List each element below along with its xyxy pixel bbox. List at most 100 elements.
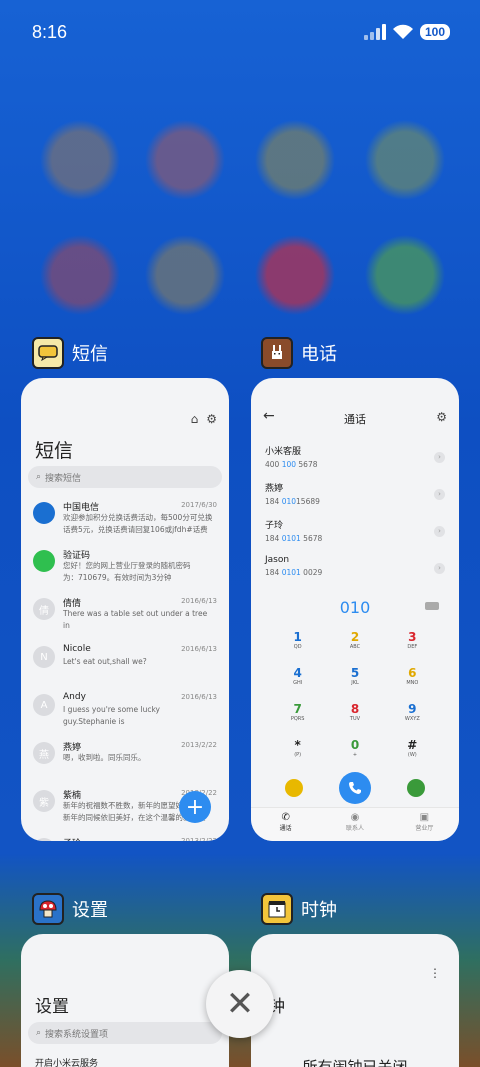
dial-key-letters: QD [293,644,302,650]
tab-store[interactable]: ▣ 营业厅 [390,808,459,841]
app-card-sms[interactable]: ⌂ ⚙ 短信 ⌕ 搜索短信 中国电信 2017/6/30 欢迎参加积分兑换话费活动，… [21,378,229,841]
recent-call-item[interactable]: 燕婷 184 01015689 › [265,481,445,513]
number-segment: 5678 [300,534,323,543]
dial-key-letters: + [352,752,358,758]
sms-toolbar: ⌂ ⚙ [191,412,217,426]
list-item[interactable]: 倩倩倩 2016/6/13 There was a table set out un… [33,596,217,636]
app-name-phone: 电话 [301,344,337,365]
contact-name: 燕婷 [265,484,284,494]
chevron-right-icon[interactable]: › [434,526,445,537]
alarm-status: 所有闹钟已关闭 [302,1058,408,1067]
status-time: 8:16 [32,22,68,42]
app-header-sms[interactable]: 短信 [32,337,108,369]
search-input[interactable]: ⌕ 搜索短信 [28,466,222,488]
message-preview: 欢迎参加积分兑换话费活动，每500分可兑换 话费5元，兑换话费请回复106或jf… [63,513,213,534]
number-segment: 184 [265,497,282,506]
app-name-sms: 短信 [72,344,108,365]
list-item[interactable]: 燕燕婷 2013/2/22 嗯，收到啦。同乐同乐。 [33,740,217,780]
call-button[interactable] [339,772,371,804]
person-icon: ◉ [350,812,360,823]
number-segment: 100 [281,460,297,469]
tab-calls[interactable]: ✆ 通话 [251,808,320,841]
list-item[interactable]: 中国电信 2017/6/30 欢迎参加积分兑换话费活动，每500分可兑换 话费5元，… [33,500,217,540]
dial-key-digit: 8 [350,702,360,716]
list-item[interactable]: 子子玲2013/2/2210分想念9别的你，8张照片7张是你，6只小 狗5只像你… [33,836,217,841]
dial-key-letters: GHI [293,680,303,686]
dial-key[interactable]: 4 GHI [269,666,326,693]
dial-key-digit: 9 [408,702,417,716]
avatar: 子 [33,838,55,841]
globe-icon[interactable] [407,779,425,797]
tab-contacts[interactable]: ◉ 联系人 [320,808,389,841]
dial-key-letters: TUV [349,716,361,722]
dial-key[interactable]: 6 MNO [384,666,441,693]
sender-name: Andy [63,692,86,702]
message-date: 2016/6/13 [181,693,217,701]
sender-name: 子玲 [63,836,81,841]
close-icon[interactable]: ✕ [206,970,274,1038]
dial-key-digit: 0 [350,738,360,752]
sender-name: Nicole [63,644,91,654]
search-icon: ⌕ [36,1028,42,1038]
chevron-right-icon[interactable]: › [434,489,445,500]
recent-call-item[interactable]: Jason 184 0101 0029 › [265,555,445,587]
app-card-clock[interactable]: ⋮ 闹钟 所有闹钟已关闭 [251,934,459,1067]
dial-key-digit: 4 [293,666,302,680]
dial-key[interactable]: 7 PQRS [269,702,326,729]
app-card-phone[interactable]: ← 通话 ⚙ 小米客服 400 100 5678 › 燕婷 184 01015689 › 子… [251,378,459,841]
recent-call-item[interactable]: 小米客服 400 100 5678 › [265,444,445,476]
chevron-right-icon[interactable]: › [434,452,445,463]
dial-key[interactable]: 0 + [326,738,383,765]
message-date: 2017/6/30 [181,501,217,509]
dial-key-digit: * [294,738,301,752]
app-name-settings: 设置 [72,900,108,921]
dial-key-letters: WXYZ [404,716,420,722]
status-bar: 8:16 100 [32,22,450,46]
number-segment: 184 [265,568,282,577]
message-date: 2013/2/22 [181,741,217,749]
backspace-icon[interactable] [425,602,439,610]
signal-icon [363,24,386,40]
list-item[interactable]: 验证码 您好！您的网上营业厅登录的随机密码 为：710679。有效时间为3分钟 [33,548,217,588]
contact-name: 小米客服 [265,447,302,457]
list-item[interactable]: A Andy 2016/6/13 I guess you're some lucky … [33,692,217,732]
settings-row[interactable]: 开启小米云服务 [35,1056,98,1067]
dial-key[interactable]: 3 DEF [384,630,441,657]
search-placeholder: 搜索系统设置项 [45,1029,109,1040]
more-options-icon[interactable]: ⋮ [429,966,441,980]
dial-key[interactable]: 5 JKL [326,666,383,693]
dial-key-letters: MNO [406,680,419,686]
sim-card-icon[interactable] [285,779,303,797]
app-header-settings[interactable]: 设置 [32,893,108,925]
app-header-phone[interactable]: 电话 [261,337,337,369]
dial-key[interactable]: 2 ABC [326,630,383,657]
number-segment: 5678 [296,460,318,469]
dial-key[interactable]: 1 QD [269,630,326,657]
list-item[interactable]: N Nicole 2016/6/13 Let's eat out,shall we? [33,644,217,684]
dial-key-digit: 2 [350,630,360,644]
gear-icon[interactable]: ⚙ [436,410,447,424]
dial-key[interactable]: 9 WXYZ [384,702,441,729]
dial-key[interactable]: * (P) [269,738,326,765]
dial-key[interactable]: 8 TUV [326,702,383,729]
dial-key[interactable]: # (W) [384,738,441,765]
call-controls [251,772,459,804]
contact-name: Jason [265,555,290,565]
app-header-clock[interactable]: 时钟 [261,893,337,925]
number-segment: 010 [281,497,297,506]
chevron-right-icon[interactable]: › [434,563,445,574]
dial-key-letters: (W) [407,752,417,758]
contact-number: 184 01015689 [265,497,445,506]
gear-icon[interactable]: ⚙ [206,412,217,426]
mushroom-icon [32,893,64,925]
dial-key-letters: (P) [294,752,302,758]
search-input[interactable]: ⌕ 搜索系统设置项 [28,1022,222,1044]
dial-key-digit: 5 [350,666,360,680]
wifi-icon [392,24,414,40]
new-message-button[interactable]: + [179,791,211,823]
broom-icon[interactable]: ⌂ [191,412,199,426]
dial-key-digit: # [407,738,418,752]
message-preview: 嗯，收到啦。同乐同乐。 [63,753,146,762]
recent-call-item[interactable]: 子玲 184 0101 5678 › [265,518,445,550]
app-card-settings[interactable]: 设置 ⌕ 搜索系统设置项 开启小米云服务 [21,934,229,1067]
